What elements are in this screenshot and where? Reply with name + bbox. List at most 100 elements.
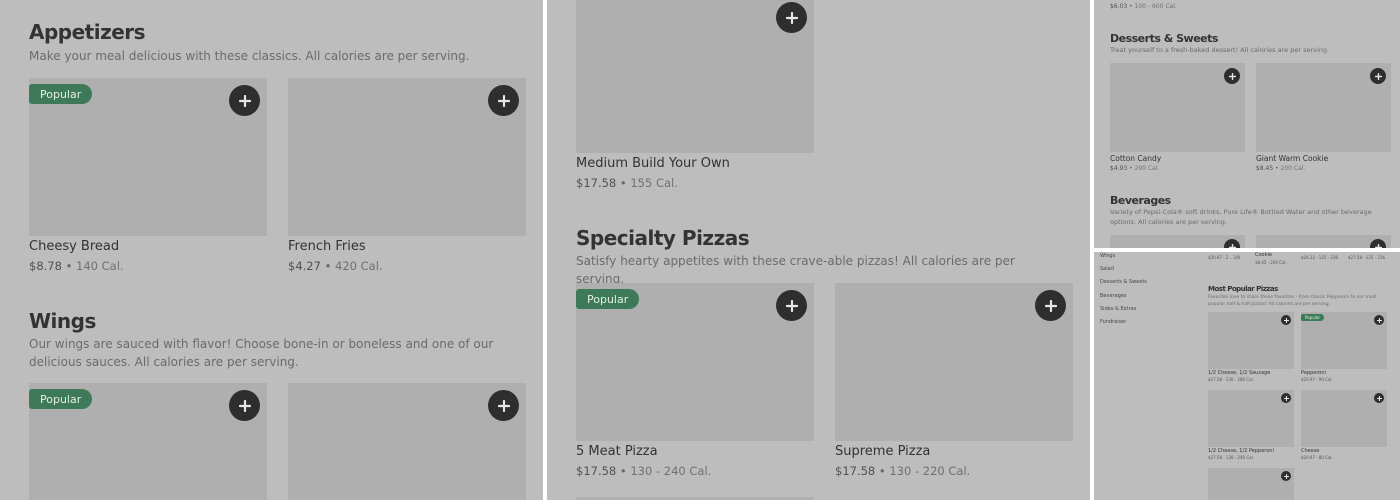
item-price-calories: $20.97 · 2... 2/8 — [1208, 255, 1240, 260]
item-price-calories: $17.58 • 130 - 240 Cal. — [576, 464, 712, 478]
item-name[interactable]: 1/2 Cheese, 1/2 Sausage — [1208, 370, 1270, 376]
add-to-cart-button[interactable] — [1035, 290, 1066, 321]
popular-badge: Popular — [29, 389, 93, 409]
plus-icon — [1283, 317, 1289, 323]
plus-icon — [1374, 72, 1382, 80]
item-price-calories: $20.97 · 90 Cal. — [1301, 377, 1333, 382]
item-name[interactable]: 5 Meat Pizza — [576, 444, 658, 459]
plus-icon — [1283, 473, 1289, 479]
popular-badge: Popular — [576, 289, 640, 309]
popular-badge: Popular — [1301, 314, 1324, 321]
item-price-calories: $4.27 • 420 Cal. — [288, 259, 383, 273]
item-price-calories: $8.45 • 200 Cal. — [1256, 165, 1306, 172]
section-title-appetizers: Appetizers — [29, 20, 146, 44]
section-title-wings: Wings — [29, 309, 96, 333]
add-to-cart-button[interactable] — [229, 85, 260, 116]
item-calories: 140 Cal. — [76, 259, 124, 273]
plus-icon — [1376, 395, 1382, 401]
plus-icon — [1376, 317, 1382, 323]
item-price: $17.58 — [576, 176, 617, 190]
plus-icon — [785, 299, 798, 312]
item-price: $4.27 — [288, 259, 321, 273]
plus-icon — [1044, 299, 1057, 312]
section-title-beverages: Beverages — [1110, 194, 1171, 207]
item-name[interactable]: Cookie — [1255, 252, 1272, 258]
add-to-cart-button[interactable] — [1374, 315, 1384, 325]
section-description-wings: Our wings are sauced with flavor! Choose… — [29, 337, 494, 369]
item-calories: 130 - 220 Cal. — [889, 464, 971, 478]
sidebar-item-salad[interactable]: Salad — [1100, 266, 1114, 272]
sidebar-item-wings[interactable]: Wings — [1100, 253, 1115, 259]
plus-icon — [1228, 243, 1236, 248]
add-to-cart-button[interactable] — [488, 85, 519, 116]
item-name[interactable]: French Fries — [288, 239, 366, 254]
item-price: $6.03 — [1110, 3, 1128, 10]
item-price: $8.45 — [1256, 165, 1274, 172]
plus-icon — [1228, 72, 1236, 80]
add-to-cart-button[interactable] — [1224, 68, 1240, 84]
item-calories: 155 Cal. — [630, 176, 678, 190]
item-name[interactable]: Pepperoni — [1301, 370, 1326, 376]
section-description-desserts: Treat yourself to a fresh-baked dessert!… — [1110, 46, 1330, 54]
item-price-calories: $17.58 • 130 - 220 Cal. — [835, 464, 971, 478]
item-price-calories: $20.97 · 80 Cal. — [1301, 455, 1333, 460]
item-price-calories: $8.78 • 140 Cal. — [29, 259, 124, 273]
item-price: $8.78 — [29, 259, 62, 273]
add-to-cart-button[interactable] — [1370, 239, 1386, 248]
item-name[interactable]: Cheesy Bread — [29, 239, 119, 254]
popular-badge: Popular — [29, 84, 93, 104]
add-to-cart-button[interactable] — [1281, 471, 1291, 481]
section-description-beverages: Variety of Pepsi-Cola® soft drinks, Pure… — [1110, 208, 1372, 226]
menu-panel-pizzas: Medium Build Your Own $17.58 • 155 Cal. … — [547, 0, 1090, 500]
add-to-cart-button[interactable] — [1281, 315, 1291, 325]
add-to-cart-button[interactable] — [776, 290, 807, 321]
item-calories: 420 Cal. — [335, 259, 383, 273]
add-to-cart-button[interactable] — [1224, 239, 1240, 248]
add-to-cart-button[interactable] — [776, 2, 807, 33]
item-calories: 130 - 240 Cal. — [630, 464, 712, 478]
menu-panel-desserts-beverages: $6.03 • 100 - 600 Cal. Desserts & Sweets… — [1094, 0, 1400, 248]
item-calories: 200 Cal. — [1134, 165, 1160, 172]
item-price-calories: $27.58 · 130 - 240 Cal. — [1208, 455, 1254, 460]
plus-icon — [238, 399, 251, 412]
sidebar-item-desserts-sweets[interactable]: Desserts & Sweets — [1100, 279, 1147, 285]
add-to-cart-button[interactable] — [1370, 68, 1386, 84]
add-to-cart-button[interactable] — [488, 390, 519, 421]
section-title-specialty-pizzas: Specialty Pizzas — [576, 226, 750, 250]
section-title-desserts: Desserts & Sweets — [1110, 32, 1218, 45]
menu-panel-appetizers-wings: Appetizers Make your meal delicious with… — [0, 0, 543, 500]
sidebar-item-sides-extras[interactable]: Sides & Extras — [1100, 306, 1136, 312]
item-price-calories: $27.58 · 130 - 280 Cal. — [1208, 377, 1254, 382]
sidebar-item-beverages[interactable]: Beverages — [1100, 293, 1127, 299]
item-name[interactable]: 1/2 Cheese, 1/2 Pepperoni — [1208, 448, 1274, 454]
section-description-most-popular: Favorites love to share these favorites … — [1208, 295, 1377, 307]
item-price: $17.58 — [576, 464, 617, 478]
menu-panel-most-popular: Wings Salad Desserts & Sweets Beverages … — [1094, 252, 1400, 500]
item-price-calories: $8.45 · 200 Cal. — [1255, 260, 1287, 265]
add-to-cart-button[interactable] — [1374, 393, 1384, 403]
item-price-calories: $4.93 • 200 Cal. — [1110, 165, 1160, 172]
plus-icon — [497, 94, 510, 107]
item-name[interactable]: Giant Warm Cookie — [1256, 154, 1328, 163]
item-price: $17.58 — [835, 464, 876, 478]
plus-icon — [1374, 243, 1382, 248]
item-price-calories: $6.03 • 100 - 600 Cal. — [1110, 3, 1177, 10]
item-price-calories: $26.12 · 125 - 236 — [1301, 255, 1339, 260]
sidebar-item-fundraiser[interactable]: Fundraiser — [1100, 319, 1126, 325]
plus-icon — [1283, 395, 1289, 401]
item-price-calories: $17.58 • 155 Cal. — [576, 176, 678, 190]
item-calories: 200 Cal. — [1280, 165, 1306, 172]
item-name[interactable]: Medium Build Your Own — [576, 156, 730, 171]
item-name[interactable]: Supreme Pizza — [835, 444, 930, 459]
item-name[interactable]: Cotton Candy — [1110, 154, 1161, 163]
add-to-cart-button[interactable] — [1281, 393, 1291, 403]
item-calories: 100 - 600 Cal. — [1134, 3, 1177, 10]
item-price: $4.93 — [1110, 165, 1128, 172]
section-title-most-popular: Most Popular Pizzas — [1208, 285, 1278, 293]
item-price-calories: $27.58 · 125 - 236 — [1348, 255, 1386, 260]
add-to-cart-button[interactable] — [229, 390, 260, 421]
item-name[interactable]: Cheese — [1301, 448, 1320, 454]
plus-icon — [238, 94, 251, 107]
section-description-appetizers: Make your meal delicious with these clas… — [29, 49, 470, 63]
plus-icon — [785, 11, 798, 24]
